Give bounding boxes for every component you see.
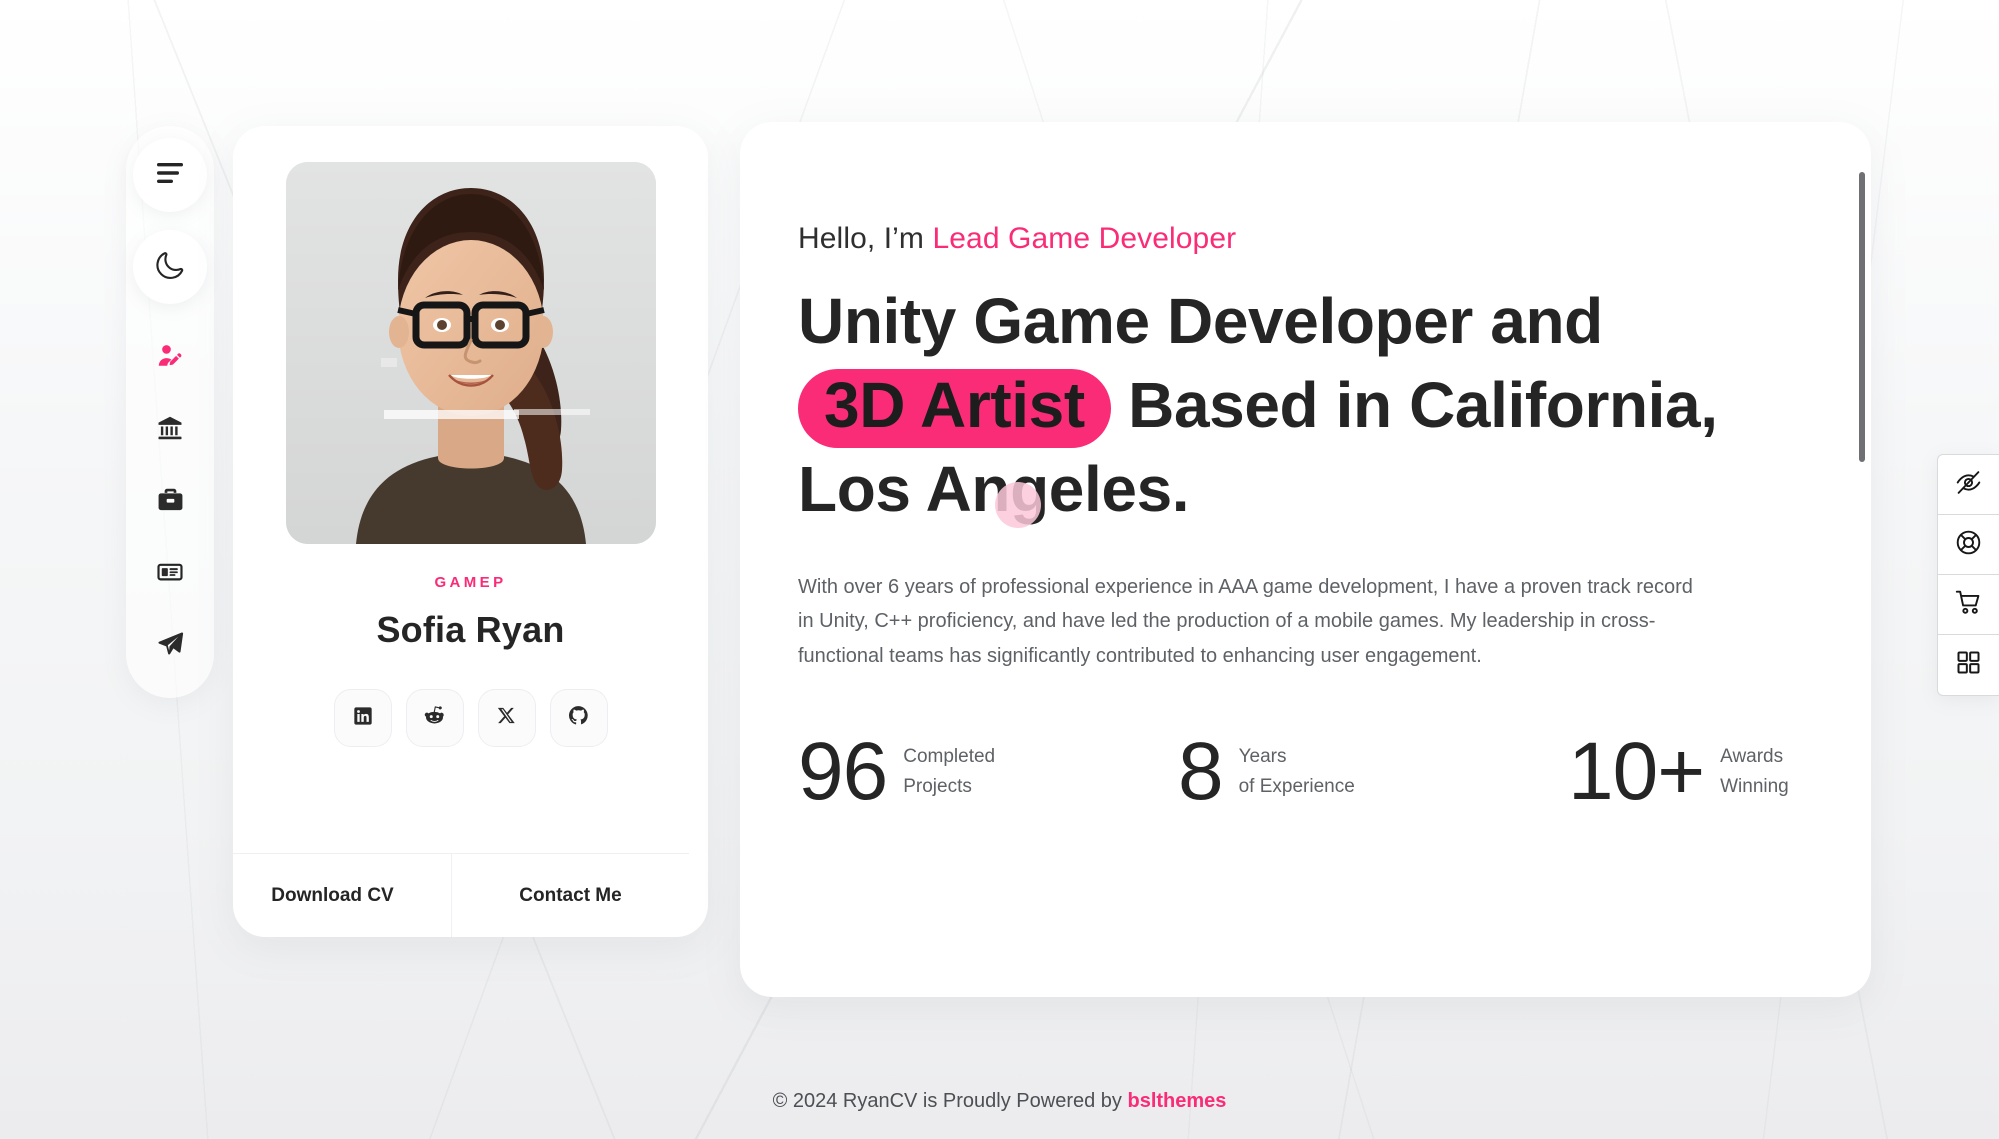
footer-brand-link[interactable]: bslthemes	[1127, 1090, 1226, 1112]
cart-icon	[1955, 589, 1982, 621]
footer: © 2024 RyanCV is Proudly Powered by bslt…	[0, 1090, 1999, 1113]
headline-part-1: Unity Game Developer and	[798, 285, 1603, 357]
theme-toggle-button[interactable]	[133, 230, 207, 304]
sidebar-item-portfolio[interactable]	[134, 466, 206, 538]
footer-text: © 2024 RyanCV is Proudly Powered by	[772, 1090, 1128, 1112]
headline-badge: 3D Artist	[798, 368, 1111, 448]
x-twitter-icon	[497, 706, 516, 730]
bank-icon	[157, 415, 183, 446]
menu-toggle-button[interactable]	[133, 138, 207, 212]
moon-icon	[155, 250, 185, 285]
avatar-photo	[285, 162, 656, 544]
social-link-linkedin[interactable]	[333, 689, 392, 747]
main-panel: Hello, I’m Lead Game Developer Unity Gam…	[740, 122, 1871, 997]
sidebar-nav	[134, 322, 206, 682]
stat-label-line1: Completed	[903, 745, 996, 767]
stat-label: Years of Experience	[1239, 742, 1355, 803]
social-link-x[interactable]	[477, 689, 536, 747]
reddit-icon	[424, 705, 445, 731]
user-edit-icon	[156, 342, 184, 375]
hero-greeting-prefix: Hello, I’m	[798, 222, 933, 255]
hero-bio: With over 6 years of professional experi…	[798, 575, 1693, 667]
social-link-reddit[interactable]	[405, 689, 464, 747]
newspaper-icon	[157, 559, 183, 590]
hero-headline: Unity Game Developer and 3D Artist Based…	[798, 280, 1758, 532]
stat-label: Completed Projects	[903, 742, 995, 803]
stats-row: 96 Completed Projects 8 Years of Experie…	[798, 725, 1798, 817]
paper-plane-icon	[157, 630, 184, 662]
sidebar-item-contact[interactable]	[134, 610, 206, 682]
github-icon	[568, 705, 589, 731]
stat-item: 8 Years of Experience	[1178, 725, 1568, 817]
main-scrollbar[interactable]	[1859, 144, 1865, 974]
social-links	[333, 689, 608, 747]
hide-panel-button[interactable]	[1938, 455, 1999, 515]
stat-value: 96	[798, 725, 888, 817]
avatar	[285, 162, 656, 544]
stat-label-line2: of Experience	[1238, 775, 1355, 797]
stat-label-line1: Years	[1238, 745, 1287, 767]
hero-greeting-role: Lead Game Developer	[932, 222, 1237, 255]
stat-label: Awards Winning	[1720, 742, 1789, 803]
right-toolbar	[1937, 454, 1999, 696]
grid-icon	[1956, 650, 1981, 680]
menu-icon	[155, 162, 185, 189]
stat-item: 10+ Awards Winning	[1568, 725, 1789, 817]
all-demos-button[interactable]	[1938, 635, 1999, 695]
role-tag: GAMEP	[434, 574, 507, 591]
briefcase-icon	[157, 486, 184, 518]
lifebuoy-icon	[1955, 529, 1982, 561]
stat-item: 96 Completed Projects	[798, 725, 1178, 817]
sidebar-item-about[interactable]	[134, 322, 206, 394]
sidebar-item-blog[interactable]	[134, 538, 206, 610]
stat-label-line2: Projects	[903, 775, 972, 797]
stat-value: 8	[1178, 725, 1224, 817]
cursor-blob	[995, 481, 1041, 528]
eye-off-icon	[1955, 469, 1982, 501]
contact-me-button[interactable]: Contact Me	[451, 854, 689, 937]
profile-card: GAMEP Sofia Ryan Download CV Contact Me	[233, 126, 708, 937]
sidebar-item-resume[interactable]	[134, 394, 206, 466]
stat-label-line2: Winning	[1720, 775, 1789, 797]
linkedin-icon	[353, 706, 373, 731]
card-actions: Download CV Contact Me	[233, 853, 689, 937]
page-title: Sofia Ryan	[376, 609, 565, 650]
social-link-github[interactable]	[549, 689, 608, 747]
download-cv-button[interactable]: Download CV	[233, 854, 451, 937]
sidebar	[126, 126, 214, 698]
stat-value: 10+	[1568, 725, 1705, 817]
purchase-button[interactable]	[1938, 575, 1999, 635]
hero-greeting: Hello, I’m Lead Game Developer	[798, 222, 1871, 256]
main-scrollbar-thumb[interactable]	[1859, 172, 1865, 462]
stat-label-line1: Awards	[1720, 745, 1784, 767]
support-button[interactable]	[1938, 515, 1999, 575]
